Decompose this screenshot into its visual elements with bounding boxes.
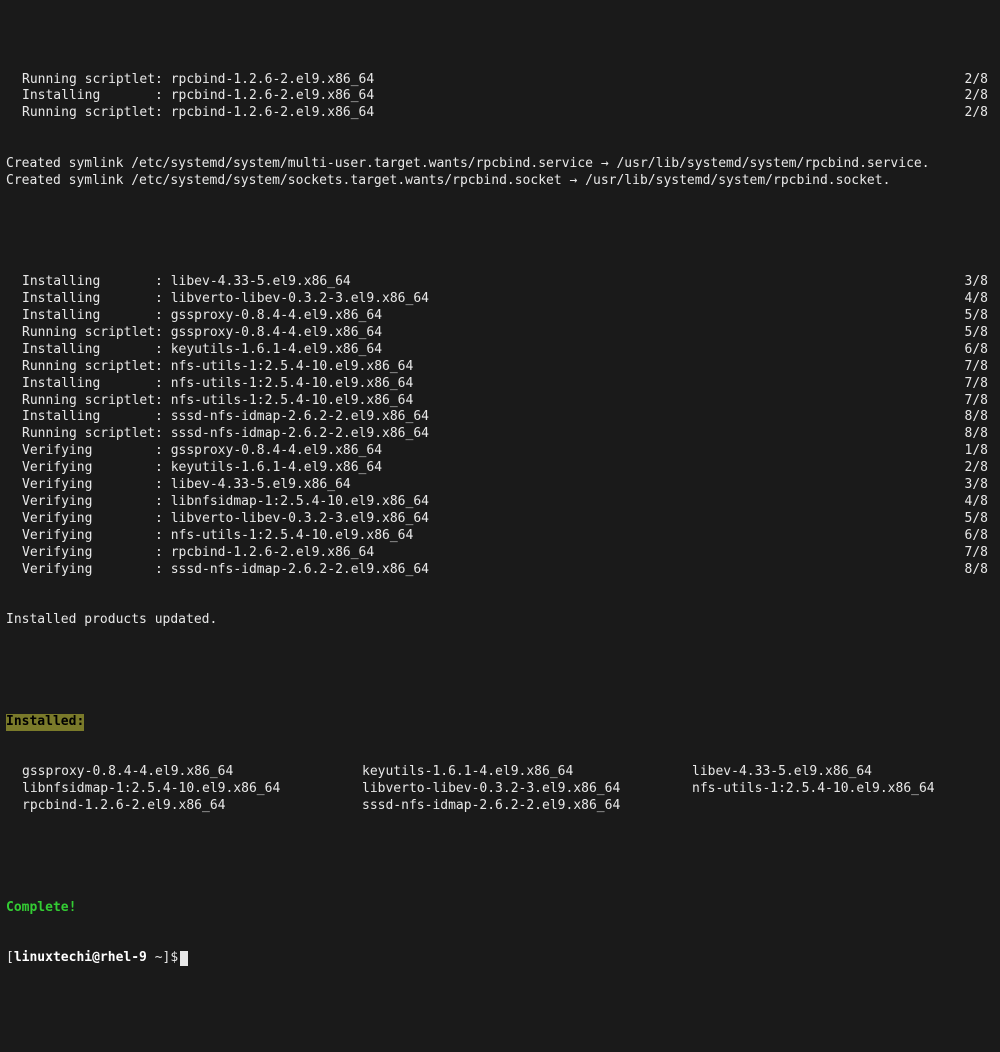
install-row: Installing : rpcbind-1.2.6-2.el9.x86_64 2… — [6, 88, 994, 105]
blank-line — [6, 224, 994, 241]
prompt-close: ]$ — [163, 950, 179, 967]
install-row: Running scriptlet: nfs-utils-1:2.5.4-10.… — [6, 393, 994, 410]
blank-line — [6, 663, 994, 680]
install-row: Installing : nfs-utils-1:2.5.4-10.el9.x8… — [6, 376, 994, 393]
row-left: Installing : gssproxy-0.8.4-4.el9.x86_64 — [6, 308, 382, 325]
row-left: Verifying : sssd-nfs-idmap-2.6.2-2.el9.x… — [6, 562, 429, 579]
row-count: 3/8 — [965, 477, 994, 494]
shell-prompt[interactable]: [linuxtechi@rhel-9 ~]$ — [6, 950, 994, 967]
row-left: Installing : libverto-libev-0.3.2-3.el9.… — [6, 291, 429, 308]
row-left: Running scriptlet: sssd-nfs-idmap-2.6.2-… — [6, 426, 429, 443]
install-row: Running scriptlet: sssd-nfs-idmap-2.6.2-… — [6, 426, 994, 443]
installed-package: gssproxy-0.8.4-4.el9.x86_64 — [22, 764, 362, 781]
row-count: 4/8 — [965, 291, 994, 308]
row-count: 7/8 — [965, 359, 994, 376]
row-left: Running scriptlet: gssproxy-0.8.4-4.el9.… — [6, 325, 382, 342]
prompt-path: ~ — [147, 950, 163, 967]
install-row: Verifying : sssd-nfs-idmap-2.6.2-2.el9.x… — [6, 562, 994, 579]
row-left: Running scriptlet: rpcbind-1.2.6-2.el9.x… — [6, 105, 374, 122]
row-count: 5/8 — [965, 325, 994, 342]
row-count: 2/8 — [965, 460, 994, 477]
row-count: 7/8 — [965, 545, 994, 562]
installed-package: sssd-nfs-idmap-2.6.2-2.el9.x86_64 — [362, 798, 692, 815]
install-row: Installing : libverto-libev-0.3.2-3.el9.… — [6, 291, 994, 308]
install-row: Installing : libev-4.33-5.el9.x86_64 3/8 — [6, 274, 994, 291]
prompt-user-host: linuxtechi@rhel-9 — [14, 950, 147, 967]
installed-package: rpcbind-1.2.6-2.el9.x86_64 — [22, 798, 362, 815]
installed-package: libverto-libev-0.3.2-3.el9.x86_64 — [362, 781, 692, 798]
row-count: 7/8 — [965, 376, 994, 393]
updated-line: Installed products updated. — [6, 612, 994, 629]
row-count: 8/8 — [965, 562, 994, 579]
cursor — [180, 951, 188, 966]
row-left: Running scriptlet: rpcbind-1.2.6-2.el9.x… — [6, 72, 374, 89]
row-count: 6/8 — [965, 342, 994, 359]
install-row: Verifying : libverto-libev-0.3.2-3.el9.x… — [6, 511, 994, 528]
install-row: Verifying : gssproxy-0.8.4-4.el9.x86_64 1… — [6, 443, 994, 460]
row-left: Installing : libev-4.33-5.el9.x86_64 — [6, 274, 351, 291]
row-count: 8/8 — [965, 426, 994, 443]
row-count: 7/8 — [965, 393, 994, 410]
symlink-line: Created symlink /etc/systemd/system/sock… — [6, 173, 994, 190]
row-left: Verifying : libev-4.33-5.el9.x86_64 — [6, 477, 351, 494]
row-left: Installing : keyutils-1.6.1-4.el9.x86_64 — [6, 342, 382, 359]
install-row: Verifying : keyutils-1.6.1-4.el9.x86_64 2… — [6, 460, 994, 477]
row-count: 3/8 — [965, 274, 994, 291]
install-row: Verifying : rpcbind-1.2.6-2.el9.x86_64 7/… — [6, 545, 994, 562]
main-install-rows: Installing : libev-4.33-5.el9.x86_643/8I… — [6, 274, 994, 578]
install-row: Running scriptlet: gssproxy-0.8.4-4.el9.… — [6, 325, 994, 342]
row-left: Running scriptlet: nfs-utils-1:2.5.4-10.… — [6, 359, 413, 376]
symlink-rows: Created symlink /etc/systemd/system/mult… — [6, 156, 994, 190]
install-row: Installing : gssproxy-0.8.4-4.el9.x86_64… — [6, 308, 994, 325]
blank-line — [6, 849, 994, 866]
row-count: 2/8 — [965, 105, 994, 122]
symlink-line: Created symlink /etc/systemd/system/mult… — [6, 156, 994, 173]
row-count: 6/8 — [965, 528, 994, 545]
row-count: 2/8 — [965, 72, 994, 89]
installed-packages-grid: gssproxy-0.8.4-4.el9.x86_64keyutils-1.6.… — [6, 764, 994, 815]
install-row: Verifying : libev-4.33-5.el9.x86_64 3/8 — [6, 477, 994, 494]
row-left: Verifying : nfs-utils-1:2.5.4-10.el9.x86… — [6, 528, 413, 545]
install-row: Installing : sssd-nfs-idmap-2.6.2-2.el9.… — [6, 409, 994, 426]
prompt-open: [ — [6, 950, 14, 967]
row-left: Verifying : libnfsidmap-1:2.5.4-10.el9.x… — [6, 494, 429, 511]
row-count: 5/8 — [965, 308, 994, 325]
row-left: Installing : nfs-utils-1:2.5.4-10.el9.x8… — [6, 376, 413, 393]
row-left: Verifying : gssproxy-0.8.4-4.el9.x86_64 — [6, 443, 382, 460]
row-left: Installing : rpcbind-1.2.6-2.el9.x86_64 — [6, 88, 374, 105]
row-count: 2/8 — [965, 88, 994, 105]
installed-package: keyutils-1.6.1-4.el9.x86_64 — [362, 764, 692, 781]
installed-package: libnfsidmap-1:2.5.4-10.el9.x86_64 — [22, 781, 362, 798]
install-row: Installing : keyutils-1.6.1-4.el9.x86_64… — [6, 342, 994, 359]
installed-package: nfs-utils-1:2.5.4-10.el9.x86_64 — [692, 781, 1000, 798]
row-count: 5/8 — [965, 511, 994, 528]
install-row: Running scriptlet: rpcbind-1.2.6-2.el9.x… — [6, 72, 994, 89]
install-row: Verifying : nfs-utils-1:2.5.4-10.el9.x86… — [6, 528, 994, 545]
initial-install-rows: Running scriptlet: rpcbind-1.2.6-2.el9.x… — [6, 72, 994, 123]
install-row: Verifying : libnfsidmap-1:2.5.4-10.el9.x… — [6, 494, 994, 511]
install-row: Running scriptlet: nfs-utils-1:2.5.4-10.… — [6, 359, 994, 376]
row-left: Running scriptlet: nfs-utils-1:2.5.4-10.… — [6, 393, 413, 410]
installed-header: Installed: — [6, 714, 994, 731]
row-left: Installing : sssd-nfs-idmap-2.6.2-2.el9.… — [6, 409, 429, 426]
row-count: 4/8 — [965, 494, 994, 511]
install-row: Running scriptlet: rpcbind-1.2.6-2.el9.x… — [6, 105, 994, 122]
installed-package: libev-4.33-5.el9.x86_64 — [692, 764, 1000, 781]
row-count: 1/8 — [965, 443, 994, 460]
row-left: Verifying : keyutils-1.6.1-4.el9.x86_64 — [6, 460, 382, 477]
complete-line: Complete! — [6, 900, 994, 917]
row-count: 8/8 — [965, 409, 994, 426]
row-left: Verifying : libverto-libev-0.3.2-3.el9.x… — [6, 511, 429, 528]
row-left: Verifying : rpcbind-1.2.6-2.el9.x86_64 — [6, 545, 374, 562]
